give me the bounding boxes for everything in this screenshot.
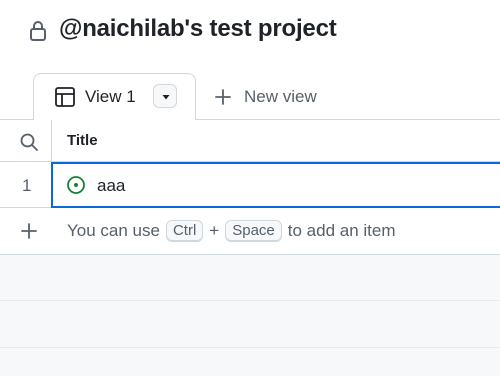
plus-icon (215, 89, 231, 105)
project-header: @naichilab's test project View 1 New vie… (0, 0, 500, 120)
column-divider (51, 120, 52, 161)
row-number: 1 (22, 176, 32, 195)
table-icon (55, 87, 75, 107)
hint-prefix: You can use (67, 221, 160, 240)
kbd-ctrl: Ctrl (165, 220, 204, 242)
kbd-space: Space (225, 220, 282, 242)
add-item-plus-icon[interactable] (19, 221, 39, 241)
caret-down-icon (162, 95, 170, 100)
project-title: @naichilab's test project (59, 15, 337, 42)
add-item-hint[interactable]: You can use Ctrl + Space to add an item (67, 220, 396, 242)
table-header-row: Title (0, 120, 500, 162)
item-title[interactable]: aaa (97, 176, 125, 196)
column-header-title[interactable]: Title (67, 132, 98, 149)
hint-suffix: to add an item (287, 221, 396, 240)
tab-label: View 1 (85, 87, 136, 106)
tab-view-1[interactable]: View 1 (33, 73, 196, 120)
lock-icon (30, 21, 46, 41)
project-table: Title 1 aaa You can use Ctrl + Space to … (0, 119, 500, 255)
open-issue-icon (67, 176, 85, 194)
new-view-label: New view (244, 87, 317, 106)
view-options-button[interactable] (153, 84, 177, 108)
search-icon[interactable] (19, 132, 39, 152)
empty-row-divider (0, 300, 500, 301)
table-row[interactable]: 1 aaa (0, 162, 500, 208)
add-item-row[interactable]: You can use Ctrl + Space to add an item (0, 208, 500, 254)
empty-row-divider (0, 347, 500, 348)
hint-plus: + (209, 221, 220, 240)
